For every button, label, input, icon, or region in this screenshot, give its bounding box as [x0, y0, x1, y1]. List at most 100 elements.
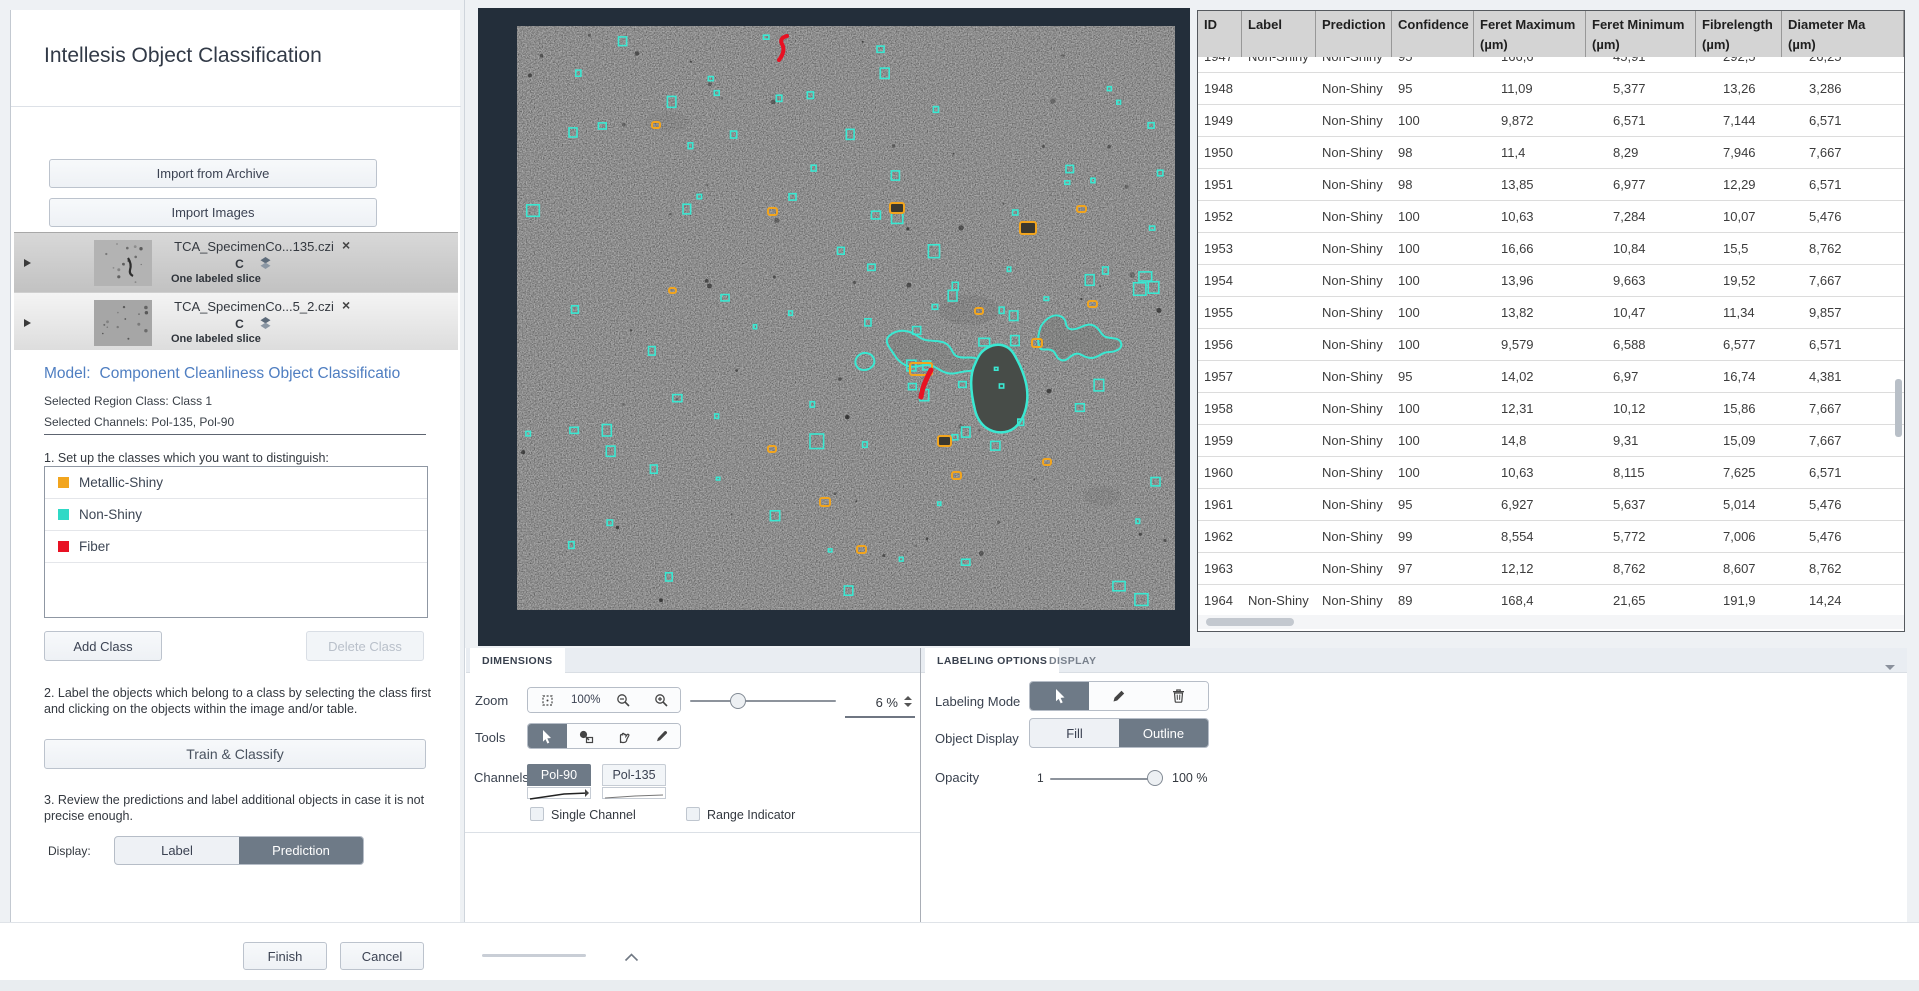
- opacity-slider-thumb[interactable]: [1147, 770, 1163, 786]
- footer-scroll-thumb[interactable]: [482, 954, 586, 957]
- table-row[interactable]: 1948Non-Shiny9511,095,37713,263,286: [1198, 73, 1904, 105]
- column-header[interactable]: Prediction: [1316, 11, 1392, 57]
- table-row[interactable]: 1950Non-Shiny9811,48,297,9467,667: [1198, 137, 1904, 169]
- pan-tool-button[interactable]: [605, 724, 643, 748]
- class-row[interactable]: Non-Shiny: [45, 499, 427, 531]
- zoom-region-tool-button[interactable]: [567, 724, 606, 748]
- opacity-slider-track[interactable]: [1050, 778, 1156, 780]
- table-horizontal-scrollbar[interactable]: [1198, 615, 1904, 629]
- channel-button-pol-90[interactable]: Pol-90: [527, 764, 591, 786]
- table-row[interactable]: 1947Non-ShinyNon-Shiny95166,645,91292,52…: [1198, 57, 1904, 73]
- spinner-up-icon[interactable]: [904, 696, 912, 700]
- column-header[interactable]: Diameter Ma(µm): [1782, 11, 1904, 57]
- tab-display[interactable]: DISPLAY: [1037, 648, 1108, 673]
- column-header[interactable]: Confidence: [1392, 11, 1474, 57]
- table-cell: 6,571: [1782, 113, 1904, 128]
- image-list-item[interactable]: TCA_SpecimenCo...135.czi×COne labeled sl…: [14, 232, 458, 292]
- zoom-fit-button[interactable]: [528, 688, 567, 712]
- image-status: One labeled slice: [171, 273, 261, 285]
- class-row[interactable]: Fiber: [45, 531, 427, 563]
- zoom-slider-thumb[interactable]: [730, 693, 746, 709]
- table-cell: 10,84: [1586, 241, 1696, 256]
- table-row[interactable]: 1951Non-Shiny9813,856,97712,296,571: [1198, 169, 1904, 201]
- zoom-slider-track[interactable]: [690, 700, 836, 702]
- labeling-select-button[interactable]: [1030, 682, 1089, 710]
- table-row[interactable]: 1953Non-Shiny10016,6610,8415,58,762: [1198, 233, 1904, 265]
- range-indicator-checkbox[interactable]: [686, 807, 700, 821]
- single-channel-checkbox[interactable]: [530, 807, 544, 821]
- column-header[interactable]: Feret Minimum(µm): [1586, 11, 1696, 57]
- train-classify-button[interactable]: Train & Classify: [44, 739, 426, 769]
- table-row[interactable]: 1956Non-Shiny1009,5796,5886,5776,571: [1198, 329, 1904, 361]
- select-tool-button[interactable]: [528, 724, 567, 748]
- specimen-image[interactable]: [517, 26, 1175, 610]
- zoom-in-button[interactable]: [643, 688, 681, 712]
- spinner-down-icon[interactable]: [904, 703, 912, 707]
- table-cell: 1954: [1198, 273, 1242, 288]
- picker-tool-button[interactable]: [643, 724, 681, 748]
- object-display-outline-option[interactable]: Outline: [1119, 719, 1208, 747]
- expand-up-button[interactable]: [624, 949, 639, 967]
- channel-curve-strip[interactable]: [527, 787, 591, 799]
- column-header[interactable]: Feret Maximum(µm): [1474, 11, 1586, 57]
- import-images-button[interactable]: Import Images: [49, 198, 377, 227]
- table-cell: 26,25: [1782, 57, 1904, 64]
- table-cell: 11,4: [1474, 145, 1586, 160]
- zoom-percent-spinner[interactable]: [904, 696, 912, 707]
- expander-icon[interactable]: [24, 319, 31, 327]
- table-cell: 6,927: [1474, 497, 1586, 512]
- tab-dimensions[interactable]: DIMENSIONS: [470, 648, 565, 673]
- channel-button-pol-135[interactable]: Pol-135: [602, 764, 666, 786]
- finish-button[interactable]: Finish: [243, 942, 327, 970]
- table-row[interactable]: 1958Non-Shiny10012,3110,1215,867,667: [1198, 393, 1904, 425]
- table-row[interactable]: 1959Non-Shiny10014,89,3115,097,667: [1198, 425, 1904, 457]
- table-row[interactable]: 1960Non-Shiny10010,638,1157,6256,571: [1198, 457, 1904, 489]
- column-header[interactable]: Fibrelength(µm): [1696, 11, 1782, 57]
- table-cell: 7,006: [1696, 529, 1782, 544]
- table-row[interactable]: 1955Non-Shiny10013,8210,4711,349,857: [1198, 297, 1904, 329]
- labeling-delete-button[interactable]: [1149, 682, 1208, 710]
- display-prediction-option[interactable]: Prediction: [239, 837, 363, 864]
- table-row[interactable]: 1963Non-Shiny9712,128,7628,6078,762: [1198, 553, 1904, 585]
- table-cell: 8,554: [1474, 529, 1586, 544]
- table-row[interactable]: 1949Non-Shiny1009,8726,5717,1446,571: [1198, 105, 1904, 137]
- zoom-region-icon: [578, 729, 594, 744]
- object-display-fill-option[interactable]: Fill: [1030, 719, 1119, 747]
- bottom-panel-divider[interactable]: [920, 648, 921, 922]
- display-label-option[interactable]: Label: [115, 837, 239, 864]
- import-from-archive-button[interactable]: Import from Archive: [49, 159, 377, 188]
- add-class-button[interactable]: Add Class: [44, 631, 162, 661]
- column-header[interactable]: Label: [1242, 11, 1316, 57]
- close-icon[interactable]: ×: [342, 297, 350, 313]
- table-row[interactable]: 1962Non-Shiny998,5545,7727,0065,476: [1198, 521, 1904, 553]
- cancel-button[interactable]: Cancel: [340, 942, 424, 970]
- table-row[interactable]: 1964Non-ShinyNon-Shiny89168,421,65191,91…: [1198, 585, 1904, 615]
- image-thumbnail: [94, 240, 152, 286]
- close-icon[interactable]: ×: [342, 237, 350, 253]
- table-cell: 100: [1392, 241, 1474, 256]
- expander-icon[interactable]: [24, 259, 31, 267]
- channels-label: Channels: [474, 770, 529, 785]
- chevron-up-icon: [624, 953, 639, 962]
- table-cell: 95: [1392, 57, 1474, 64]
- zoom-button-group: 100%: [527, 687, 681, 713]
- table-row[interactable]: 1957Non-Shiny9514,026,9716,744,381: [1198, 361, 1904, 393]
- table-cell: 1957: [1198, 369, 1242, 384]
- channel-curve-strip[interactable]: [602, 787, 666, 799]
- image-list-item[interactable]: TCA_SpecimenCo...5_2.czi×COne labeled sl…: [14, 292, 458, 350]
- horizontal-scroll-thumb[interactable]: [1206, 618, 1294, 626]
- table-vertical-scrollbar[interactable]: [1895, 379, 1902, 437]
- table-row[interactable]: 1952Non-Shiny10010,637,28410,075,476: [1198, 201, 1904, 233]
- zoom-percent-value[interactable]: 6 %: [852, 695, 898, 710]
- table-row[interactable]: 1954Non-Shiny10013,969,66319,527,667: [1198, 265, 1904, 297]
- class-row[interactable]: Metallic-Shiny: [45, 467, 427, 499]
- labeling-draw-button[interactable]: [1089, 682, 1148, 710]
- tools-button-group: [527, 723, 681, 749]
- table-row[interactable]: 1961Non-Shiny956,9275,6375,0145,476: [1198, 489, 1904, 521]
- zoom-out-button[interactable]: [605, 688, 643, 712]
- table-cell: 7,946: [1696, 145, 1782, 160]
- column-header[interactable]: ID: [1198, 11, 1242, 57]
- collapse-panel-button[interactable]: [1884, 658, 1896, 676]
- delete-class-button[interactable]: Delete Class: [306, 631, 424, 661]
- zoom-100-button[interactable]: 100%: [567, 688, 606, 712]
